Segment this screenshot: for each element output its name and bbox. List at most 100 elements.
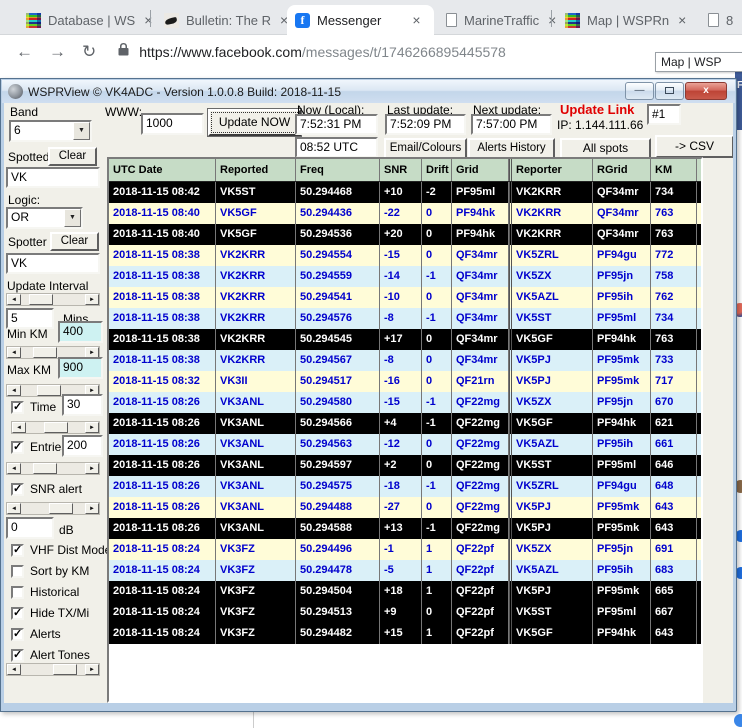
scroll-right-icon[interactable]: ► — [85, 422, 99, 433]
slider-thumb[interactable] — [44, 422, 68, 433]
window-titlebar[interactable]: WSPRView © VK4ADC - Version 1.0.0.8 Buil… — [2, 80, 735, 103]
snr-alert-checkbox-row[interactable]: SNR alert — [11, 482, 82, 496]
checkbox[interactable] — [11, 585, 24, 599]
chevron-down-icon[interactable]: ▼ — [64, 209, 81, 227]
spot-row[interactable]: 2018-11-15 08:24 VK3FZ 50.294504 +18 1 QF22pf… — [109, 581, 701, 602]
spotter-clear-button[interactable]: Clear — [50, 232, 99, 251]
spot-row[interactable]: 2018-11-15 08:26 VK3ANL 50.294580 -15 -1 QF22… — [109, 392, 701, 413]
entries-input[interactable]: 200 — [62, 435, 103, 457]
tab-marinetraffic[interactable]: MarineTraffic × — [438, 5, 566, 35]
update-link[interactable]: Update Link — [560, 103, 634, 117]
spot-row[interactable]: 2018-11-15 08:42 VK5ST 50.294468 +10 -2 PF95m… — [109, 182, 701, 203]
scroll-right-icon[interactable]: ► — [85, 503, 99, 514]
scroll-right-icon[interactable]: ► — [85, 463, 99, 474]
spot-row[interactable]: 2018-11-15 08:38 VK2KRR 50.294554 -15 0 QF34m… — [109, 245, 701, 266]
tab-close-icon[interactable]: × — [142, 12, 154, 28]
time-input[interactable]: 30 — [62, 394, 103, 416]
scroll-left-icon[interactable]: ◄ — [7, 347, 21, 358]
scroll-left-icon[interactable]: ◄ — [7, 385, 21, 396]
spot-row[interactable]: 2018-11-15 08:26 VK3ANL 50.294575 -18 -1 QF22… — [109, 476, 701, 497]
slider-thumb[interactable] — [29, 294, 53, 305]
column-header[interactable]: Grid — [452, 159, 509, 181]
spot-row[interactable]: 2018-11-15 08:26 VK3ANL 50.294488 -27 0 QF22m… — [109, 497, 701, 518]
time-slider[interactable]: ◄ ► — [11, 421, 100, 434]
www-input[interactable]: 1000 — [141, 113, 204, 135]
entries-checkbox-row[interactable]: Entries — [11, 440, 67, 454]
url-bar[interactable]: https://www.facebook.com/messages/t/1746… — [139, 44, 506, 60]
spot-row[interactable]: 2018-11-15 08:24 VK3FZ 50.294478 -5 1 QF22pf V… — [109, 560, 701, 581]
update-now-button[interactable]: Update NOW — [208, 109, 301, 136]
scroll-left-icon[interactable]: ◄ — [12, 422, 26, 433]
spot-row[interactable]: 2018-11-15 08:24 VK3FZ 50.294496 -1 1 QF22pf V… — [109, 539, 701, 560]
spot-row[interactable]: 2018-11-15 08:26 VK3ANL 50.294588 +13 -1 QF22… — [109, 518, 701, 539]
snr-db-input[interactable]: 0 — [6, 517, 54, 539]
chevron-down-icon[interactable]: ▼ — [73, 122, 90, 140]
scroll-left-icon[interactable]: ◄ — [7, 463, 21, 474]
slider-thumb[interactable] — [33, 347, 57, 358]
spot-row[interactable]: 2018-11-15 08:40 VK5GF 50.294436 -22 0 PF94hk… — [109, 203, 701, 224]
tab-database[interactable]: Database | WS × — [18, 5, 162, 35]
max-km-input[interactable]: 900 — [58, 357, 103, 379]
column-header[interactable]: UTC Date — [109, 159, 216, 181]
logic-select[interactable]: OR ▼ — [6, 207, 83, 229]
snr-alert-checkbox[interactable] — [11, 482, 24, 496]
reload-icon[interactable]: ↻ — [82, 42, 96, 62]
spot-row[interactable]: 2018-11-15 08:38 VK2KRR 50.294559 -14 -1 QF34… — [109, 266, 701, 287]
update-interval-slider[interactable]: ◄ ► — [6, 293, 100, 306]
entries-checkbox[interactable] — [11, 440, 24, 454]
min-km-input[interactable]: 400 — [58, 321, 103, 343]
sidebar-toggle-alerts[interactable]: Alerts — [11, 627, 111, 641]
checkbox[interactable] — [11, 627, 24, 641]
sidebar-toggle-historical[interactable]: Historical — [11, 585, 111, 599]
spot-row[interactable]: 2018-11-15 08:38 VK2KRR 50.294541 -10 0 QF34m… — [109, 287, 701, 308]
tab-bulletin[interactable]: Bulletin: The R × — [156, 5, 298, 35]
email-colours-button[interactable]: Email/Colours — [384, 138, 467, 159]
spot-row[interactable]: 2018-11-15 08:38 VK2KRR 50.294567 -8 0 QF34mr… — [109, 350, 701, 371]
time-checkbox[interactable] — [11, 400, 24, 414]
sidebar-toggle-sort-by-km[interactable]: Sort by KM — [11, 564, 111, 578]
checkbox[interactable] — [11, 606, 24, 620]
tab-close-icon[interactable]: × — [410, 12, 422, 28]
bottom-slider[interactable]: ◄ ► — [6, 663, 100, 676]
interval-mins-input[interactable]: 5 — [6, 308, 54, 329]
column-header[interactable]: Freq — [296, 159, 380, 181]
alerts-history-button[interactable]: Alerts History — [468, 138, 555, 159]
back-icon[interactable]: ← — [16, 42, 33, 62]
all-spots-button[interactable]: All spots — [560, 138, 651, 159]
spot-row[interactable]: 2018-11-15 08:24 VK3FZ 50.294513 +9 0 QF22pf V… — [109, 602, 701, 623]
spot-row[interactable]: 2018-11-15 08:26 VK3ANL 50.294563 -12 0 QF22m… — [109, 434, 701, 455]
slider-thumb[interactable] — [53, 664, 77, 675]
spot-row[interactable]: 2018-11-15 08:40 VK5GF 50.294536 +20 0 PF94hk… — [109, 224, 701, 245]
spot-row[interactable]: 2018-11-15 08:26 VK3ANL 50.294566 +4 -1 QF22m… — [109, 413, 701, 434]
column-header[interactable]: Reported — [216, 159, 296, 181]
scroll-right-icon[interactable]: ► — [85, 294, 99, 305]
checkbox[interactable] — [11, 543, 24, 557]
entries-slider[interactable]: ◄ ► — [6, 462, 100, 475]
tab-partial[interactable]: 8 — [700, 5, 741, 35]
spot-row[interactable]: 2018-11-15 08:38 VK2KRR 50.294545 +17 0 QF34m… — [109, 329, 701, 350]
lock-icon[interactable] — [118, 42, 129, 61]
sidebar-toggle-alert-tones[interactable]: Alert Tones — [11, 648, 111, 662]
slider-thumb[interactable] — [49, 503, 73, 514]
column-header[interactable]: RGrid — [593, 159, 651, 181]
spotted-filter-input[interactable]: VK — [6, 167, 100, 188]
spot-row[interactable]: 2018-11-15 08:24 VK3FZ 50.294482 +15 1 QF22pf… — [109, 623, 701, 644]
time-checkbox-row[interactable]: Time — [11, 400, 56, 414]
scroll-left-icon[interactable]: ◄ — [7, 664, 21, 675]
scroll-left-icon[interactable]: ◄ — [7, 503, 21, 514]
tab-messenger-active[interactable]: f Messenger × — [287, 5, 434, 35]
tab-map[interactable]: Map | WSPRn × — [557, 5, 696, 35]
band-select[interactable]: 6 ▼ — [9, 120, 92, 142]
csv-export-button[interactable]: -> CSV — [655, 135, 733, 158]
checkbox[interactable] — [11, 648, 24, 662]
spot-row[interactable]: 2018-11-15 08:26 VK3ANL 50.294597 +2 0 QF22mg… — [109, 455, 701, 476]
column-header[interactable]: SNR — [380, 159, 422, 181]
checkbox[interactable] — [11, 564, 24, 578]
spotted-clear-button[interactable]: Clear — [48, 147, 97, 166]
slider-thumb[interactable] — [33, 463, 57, 474]
column-header[interactable]: KM — [651, 159, 697, 181]
column-header[interactable]: Reporter — [509, 159, 593, 181]
scroll-right-icon[interactable]: ► — [85, 664, 99, 675]
forward-icon[interactable]: → — [49, 42, 66, 62]
maximize-button[interactable] — [655, 82, 684, 100]
